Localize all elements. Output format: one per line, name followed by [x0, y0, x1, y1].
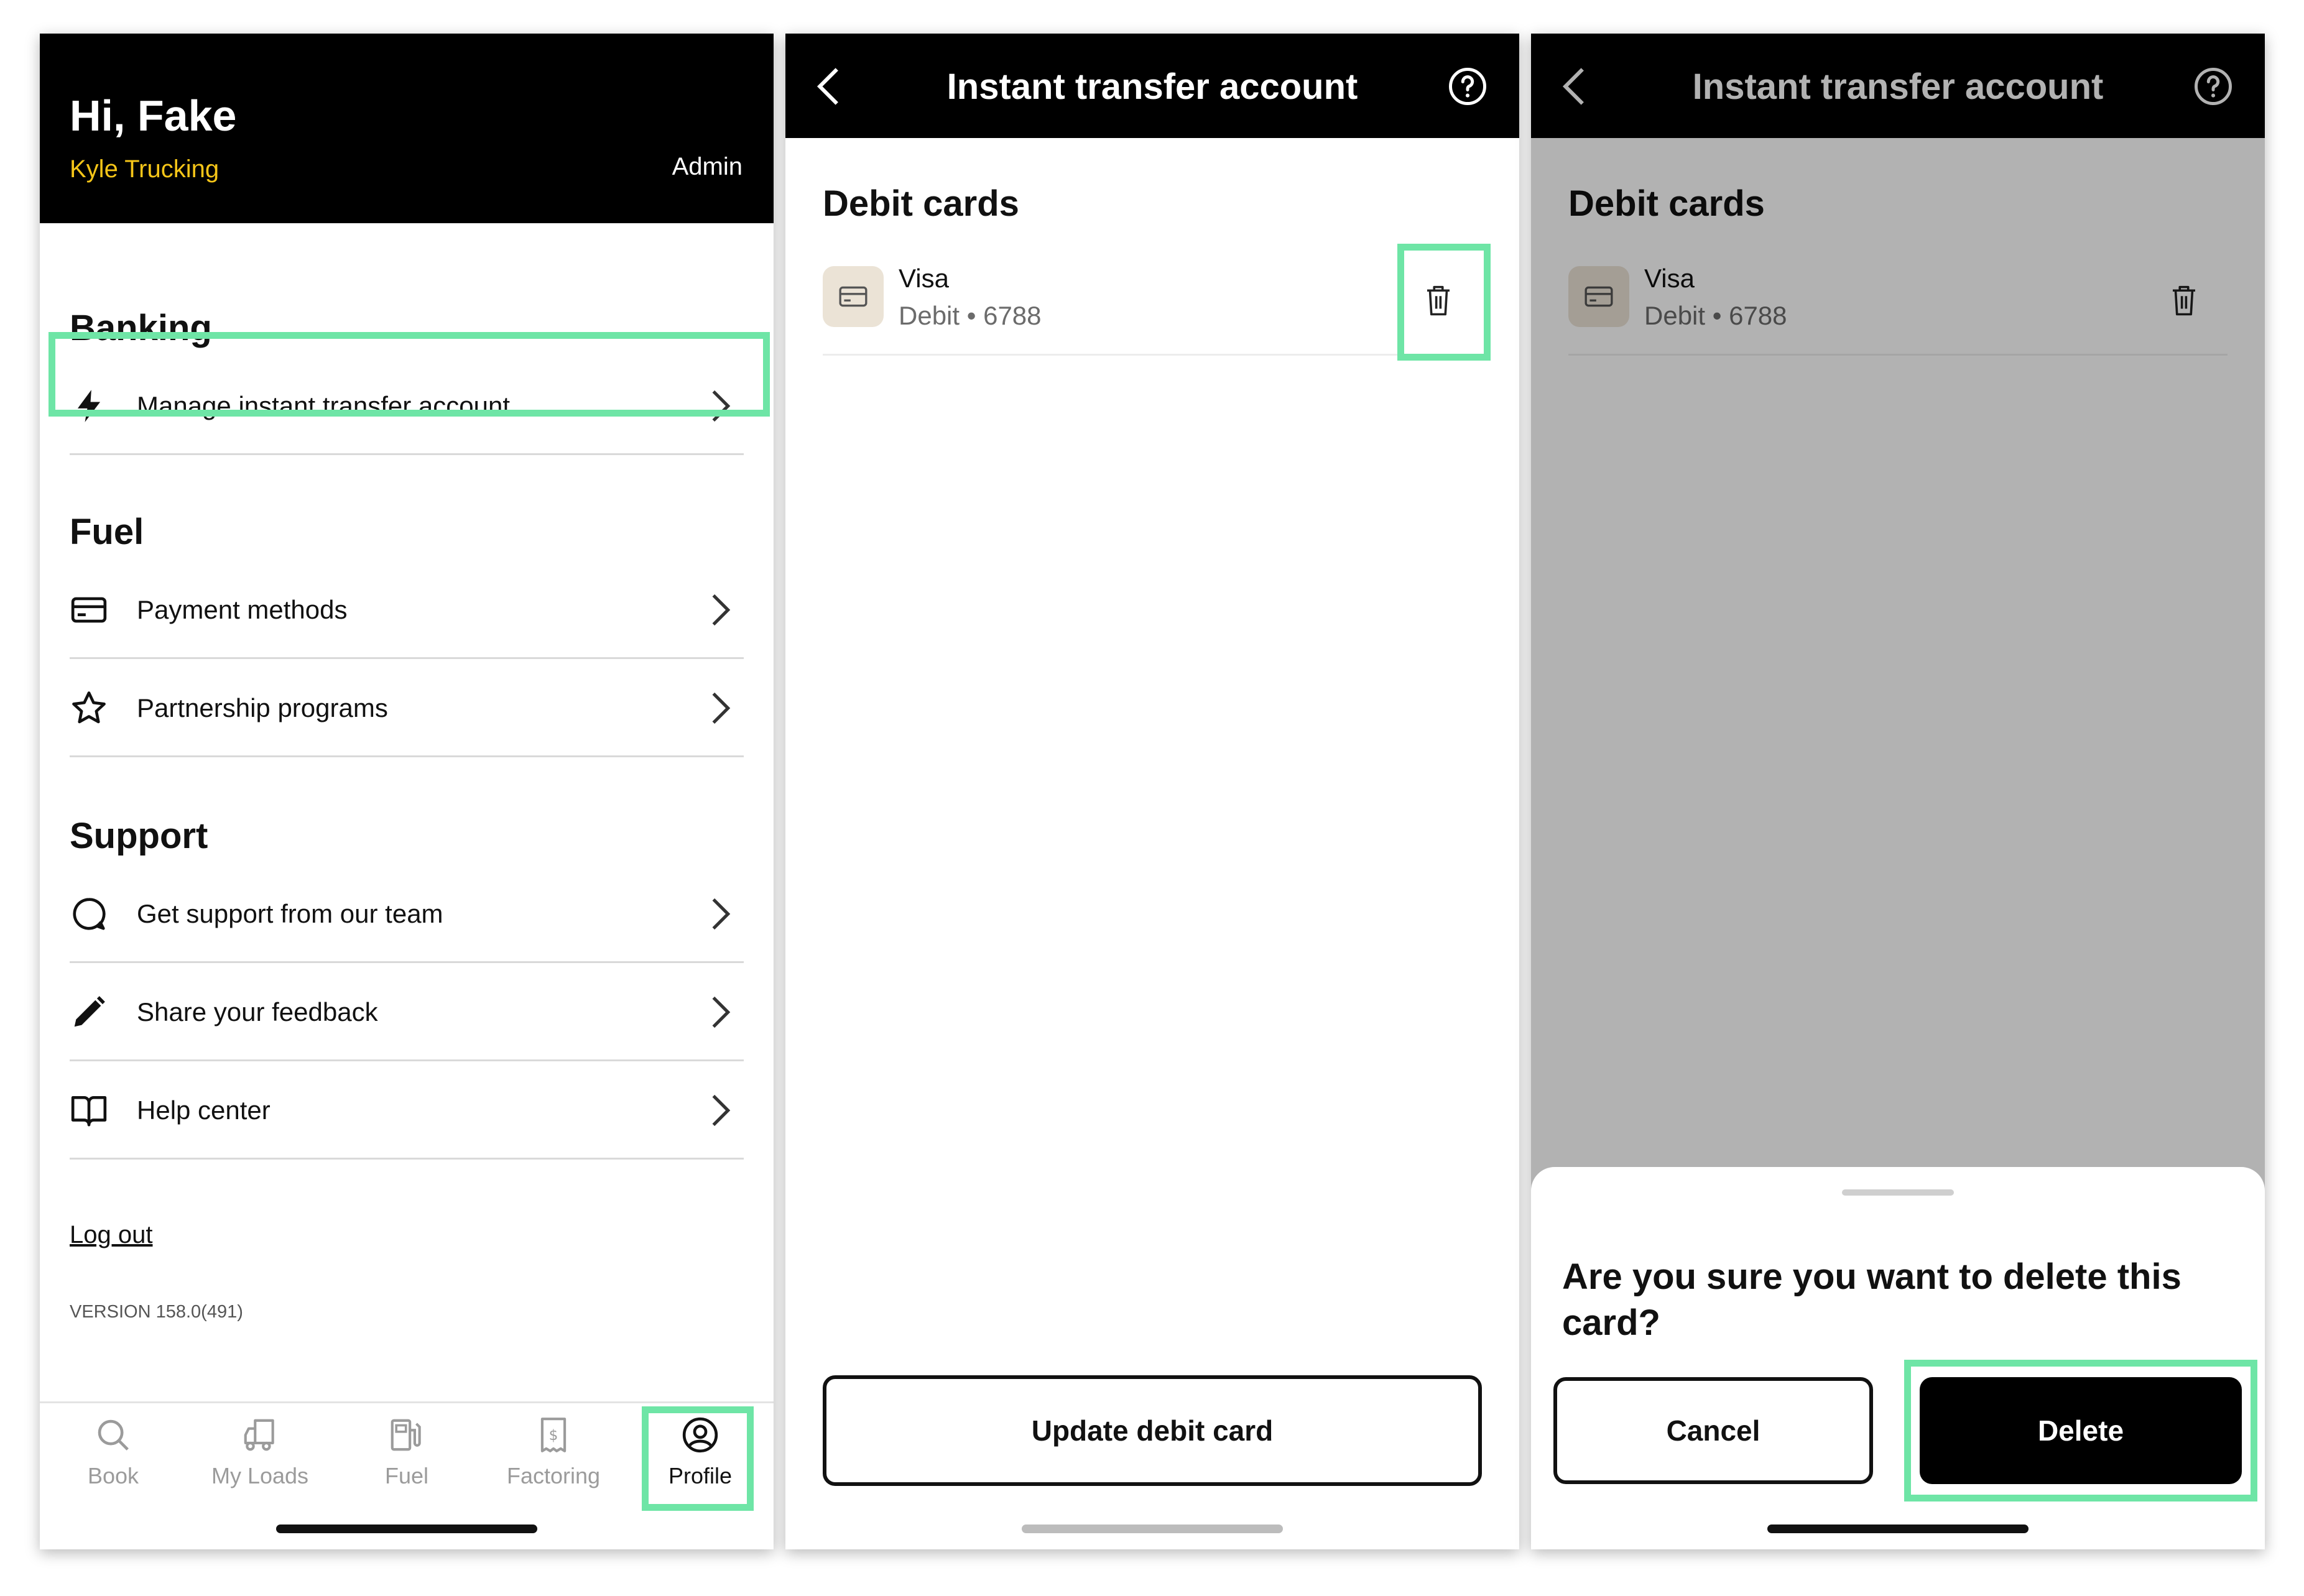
- profile-header: Hi, Fake Kyle Trucking Admin: [40, 34, 774, 223]
- profile-screen: Hi, Fake Kyle Trucking Admin Banking Man…: [40, 34, 774, 1549]
- menu-item-share-feedback[interactable]: Share your feedback: [70, 963, 744, 1061]
- menu-item-label: Get support from our team: [137, 899, 443, 928]
- tab-my-loads[interactable]: My Loads: [187, 1416, 333, 1509]
- debit-card-item: Visa Debit • 6788: [823, 245, 1482, 356]
- page-title: Instant transfer account: [946, 67, 1358, 107]
- menu-item-label: Partnership programs: [137, 693, 388, 722]
- home-indicator: [1767, 1525, 2029, 1533]
- version-label: VERSION 158.0(491): [70, 1302, 243, 1322]
- highlight-box: [1904, 1360, 2257, 1501]
- tab-book[interactable]: Book: [40, 1416, 187, 1509]
- highlight-box: [642, 1406, 754, 1511]
- star-icon: [72, 691, 106, 724]
- chevron-right-icon: [712, 898, 731, 930]
- card-tile: [823, 266, 884, 327]
- chevron-right-icon: [712, 594, 731, 626]
- instant-transfer-screen: Instant transfer account Debit cards Vis…: [785, 34, 1519, 1549]
- menu-item-label: Help center: [137, 1096, 271, 1125]
- search-icon: [98, 1419, 129, 1451]
- menu-item-payment-methods[interactable]: Payment methods: [70, 561, 744, 659]
- chat-bubble-icon: [73, 898, 106, 930]
- menu-item-help-center[interactable]: Help center: [70, 1061, 744, 1160]
- truck-icon: [244, 1419, 274, 1451]
- divider: [70, 1158, 744, 1160]
- confirm-question: Are you sure you want to delete this car…: [1562, 1257, 2181, 1343]
- tab-fuel[interactable]: Fuel: [333, 1416, 480, 1509]
- menu-item-get-support[interactable]: Get support from our team: [70, 865, 744, 963]
- card-name: Visa: [899, 264, 949, 293]
- nav-bar: Instant transfer account: [785, 34, 1519, 138]
- section-title-support: Support: [70, 816, 208, 856]
- chevron-right-icon: [712, 1094, 731, 1127]
- fuel-pump-icon: [391, 1419, 421, 1451]
- highlight-box: [1397, 244, 1491, 361]
- menu-item-label: Share your feedback: [137, 997, 378, 1026]
- help-icon[interactable]: [1447, 66, 1488, 107]
- menu-item-label: Payment methods: [137, 595, 348, 624]
- highlight-box: [49, 332, 770, 417]
- receipt-dollar-icon: $: [540, 1418, 567, 1452]
- open-book-icon: [71, 1096, 107, 1127]
- chevron-right-icon: [712, 996, 731, 1028]
- company-name: Kyle Trucking: [70, 155, 220, 183]
- pencil-icon: [74, 996, 105, 1027]
- section-title-fuel: Fuel: [70, 512, 144, 552]
- update-debit-card-button[interactable]: Update debit card: [823, 1375, 1482, 1486]
- user-role: Admin: [672, 153, 743, 180]
- home-indicator: [276, 1525, 537, 1533]
- delete-confirm-screen: Instant transfer account Debit cards Vis…: [1531, 34, 2265, 1549]
- greeting: Hi, Fake: [70, 91, 237, 140]
- divider: [70, 453, 744, 455]
- chevron-right-icon: [712, 692, 731, 724]
- card-detail: Debit • 6788: [899, 301, 1042, 330]
- credit-card-icon: [71, 597, 107, 623]
- bottom-sheet: Are you sure you want to delete this car…: [1531, 1167, 2265, 1549]
- menu-item-partnership-programs[interactable]: Partnership programs: [70, 659, 744, 757]
- tab-label: My Loads: [211, 1463, 309, 1488]
- tab-label: Factoring: [506, 1463, 601, 1488]
- logout-link[interactable]: Log out: [70, 1221, 152, 1249]
- svg-text:$: $: [549, 1427, 558, 1444]
- tab-factoring[interactable]: $ Factoring: [480, 1416, 627, 1509]
- sheet-grabber[interactable]: [1842, 1189, 1954, 1196]
- tab-label: Fuel: [384, 1463, 429, 1488]
- section-title-debit-cards: Debit cards: [823, 183, 1019, 224]
- divider: [823, 354, 1482, 356]
- divider: [70, 755, 744, 757]
- home-indicator: [1022, 1525, 1283, 1533]
- tab-label: Book: [87, 1463, 139, 1488]
- cancel-button[interactable]: Cancel: [1553, 1377, 1873, 1484]
- credit-card-icon: [839, 286, 867, 307]
